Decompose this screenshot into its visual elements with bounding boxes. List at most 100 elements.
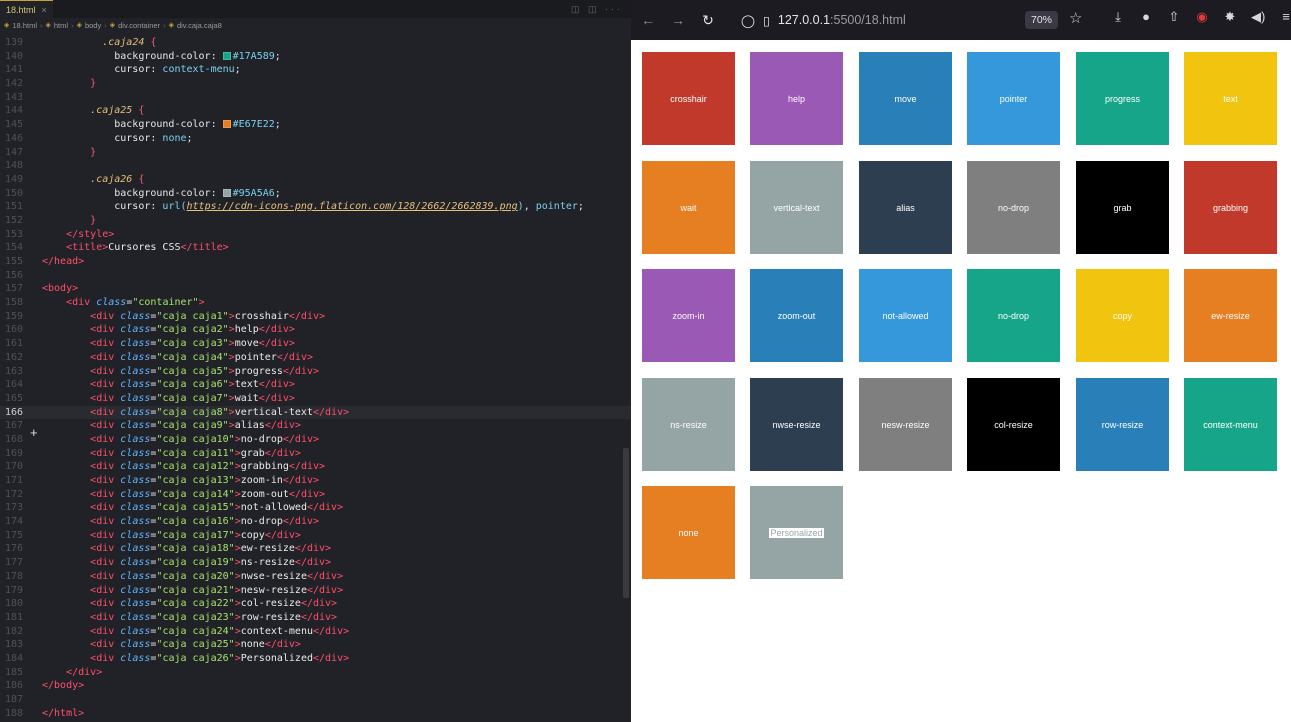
code-line[interactable]: 139 .caja24 { [0,36,631,50]
code-line[interactable]: 150 background-color: #95A5A6; [0,187,631,201]
speaker-icon[interactable]: ◀) [1251,9,1265,25]
reload-icon[interactable]: ↻ [697,12,719,29]
back-icon[interactable]: ← [637,12,659,28]
editor-scrollbar[interactable] [623,448,629,598]
plus-icon[interactable]: + [30,425,38,440]
code-line[interactable]: 164 <div class="caja caja6">text</div> [0,378,631,392]
code-line[interactable]: 152 } [0,214,631,228]
star-icon[interactable]: ☆ [1069,9,1082,27]
code-line[interactable]: 176 <div class="caja caja18">ew-resize</… [0,542,631,556]
cursor-box[interactable]: Personalized [750,486,843,579]
code-line[interactable]: 170 <div class="caja caja12">grabbing</d… [0,460,631,474]
code-line[interactable]: 155 </head> [0,255,631,269]
cursor-box[interactable]: zoom-out [750,269,843,362]
breadcrumb-item[interactable]: div.caja.caja8 [177,21,222,30]
code-line[interactable]: 163 <div class="caja caja5">progress</di… [0,365,631,379]
code-line[interactable]: 159 <div class="caja caja1">crosshair</d… [0,310,631,324]
code-line[interactable]: 151 cursor: url(https://cdn-icons-png.fl… [0,200,631,214]
cursor-box[interactable]: nwse-resize [750,378,843,471]
shield-icon[interactable]: ◯ [741,13,755,28]
code-line[interactable]: 180 <div class="caja caja22">col-resize<… [0,597,631,611]
code-line[interactable]: 178 <div class="caja caja20">nwse-resize… [0,570,631,584]
code-line[interactable]: 174 <div class="caja caja16">no-drop</di… [0,515,631,529]
code-line[interactable]: 153 </style> [0,228,631,242]
code-line[interactable]: 169 <div class="caja caja11">grab</div> [0,447,631,461]
code-line[interactable]: 171 <div class="caja caja13">zoom-in</di… [0,474,631,488]
code-line[interactable]: 165 <div class="caja caja7">wait</div> [0,392,631,406]
ublock-icon[interactable]: ◉ [1195,9,1209,25]
cursor-box[interactable]: row-resize [1076,378,1169,471]
cursor-box[interactable]: text [1184,52,1277,145]
close-icon[interactable]: × [42,5,47,15]
cursor-box[interactable]: nesw-resize [859,378,952,471]
cursor-box[interactable]: not-allowed [859,269,952,362]
code-line[interactable]: 177 <div class="caja caja19">ns-resize</… [0,556,631,570]
code-line[interactable]: 186 </body> [0,679,631,693]
cursor-box[interactable]: zoom-in [642,269,735,362]
cursor-box[interactable]: vertical-text [750,161,843,254]
extensions-icon[interactable]: ✸ [1223,9,1237,25]
code-line[interactable]: 168 <div class="caja caja10">no-drop</di… [0,433,631,447]
breadcrumb-item[interactable]: div.container [118,21,160,30]
cursor-box[interactable]: alias [859,161,952,254]
code-line[interactable]: 166 <div class="caja caja8">vertical-tex… [0,405,631,420]
cursor-box[interactable]: crosshair [642,52,735,145]
code-line[interactable]: 187 [0,693,631,707]
cursor-box[interactable]: grabbing [1184,161,1277,254]
cursor-box[interactable]: context-menu [1184,378,1277,471]
code-line[interactable]: 145 background-color: #E67E22; [0,118,631,132]
cursor-box[interactable]: none [642,486,735,579]
cursor-box[interactable]: pointer [967,52,1060,145]
code-line[interactable]: 188 </html> [0,707,631,721]
menu-icon[interactable]: ≡ [1279,9,1291,25]
code-line[interactable]: 156 [0,269,631,283]
forward-icon[interactable]: → [667,12,689,28]
code-line[interactable]: 183 <div class="caja caja25">none</div> [0,638,631,652]
editor-actions-icon[interactable]: ◫ ◫ ··· [571,4,631,15]
code-line[interactable]: 140 background-color: #17A589; [0,50,631,64]
code-line[interactable]: 157 <body> [0,282,631,296]
editor-tab[interactable]: 18.html × [0,0,53,18]
breadcrumb-item[interactable]: html [54,21,68,30]
code-line[interactable]: 185 </div> [0,666,631,680]
code-line[interactable]: 141 cursor: context-menu; [0,63,631,77]
share-icon[interactable]: ⇧ [1167,9,1181,25]
code-line[interactable]: 179 <div class="caja caja21">nesw-resize… [0,584,631,598]
breadcrumb-item[interactable]: body [85,21,101,30]
cursor-box[interactable]: wait [642,161,735,254]
cursor-box[interactable]: col-resize [967,378,1060,471]
zoom-level-button[interactable]: 70% [1025,11,1059,29]
code-line[interactable]: 161 <div class="caja caja3">move</div> [0,337,631,351]
cursor-box[interactable]: help [750,52,843,145]
url-bar[interactable]: ◯ ▯ 127.0.0.1:5500/18.html [741,7,1121,33]
cursor-box[interactable]: progress [1076,52,1169,145]
code-line[interactable]: 143 [0,91,631,105]
code-line[interactable]: 175 <div class="caja caja17">copy</div> [0,529,631,543]
cursor-box[interactable]: no-drop [967,161,1060,254]
code-line[interactable]: 144 .caja25 { [0,104,631,118]
code-area[interactable]: 139 .caja24 {140 background-color: #17A5… [0,36,631,722]
cursor-box[interactable]: ns-resize [642,378,735,471]
code-line[interactable]: 184 <div class="caja caja26">Personalize… [0,652,631,666]
code-line[interactable]: 167 <div class="caja caja9">alias</div> [0,419,631,433]
download-icon[interactable]: ⤓ [1111,9,1125,25]
code-line[interactable]: 162 <div class="caja caja4">pointer</div… [0,351,631,365]
code-line[interactable]: 142 } [0,77,631,91]
code-line[interactable]: 158 <div class="container"> [0,296,631,310]
code-line[interactable]: 149 .caja26 { [0,173,631,187]
code-line[interactable]: 160 <div class="caja caja2">help</div> [0,323,631,337]
profile-icon[interactable]: ● [1139,9,1153,25]
code-line[interactable]: 172 <div class="caja caja14">zoom-out</d… [0,488,631,502]
code-line[interactable]: 181 <div class="caja caja23">row-resize<… [0,611,631,625]
code-line[interactable]: 173 <div class="caja caja15">not-allowed… [0,501,631,515]
breadcrumb-item[interactable]: 18.html [12,21,37,30]
cursor-box[interactable]: ew-resize [1184,269,1277,362]
cursor-box[interactable]: copy [1076,269,1169,362]
cursor-box[interactable]: move [859,52,952,145]
code-line[interactable]: 146 cursor: none; [0,132,631,146]
cursor-box[interactable]: no-drop [967,269,1060,362]
code-line[interactable]: 147 } [0,146,631,160]
code-line[interactable]: 182 <div class="caja caja24">context-men… [0,625,631,639]
code-line[interactable]: 154 <title>Cursores CSS</title> [0,241,631,255]
cursor-box[interactable]: grab [1076,161,1169,254]
